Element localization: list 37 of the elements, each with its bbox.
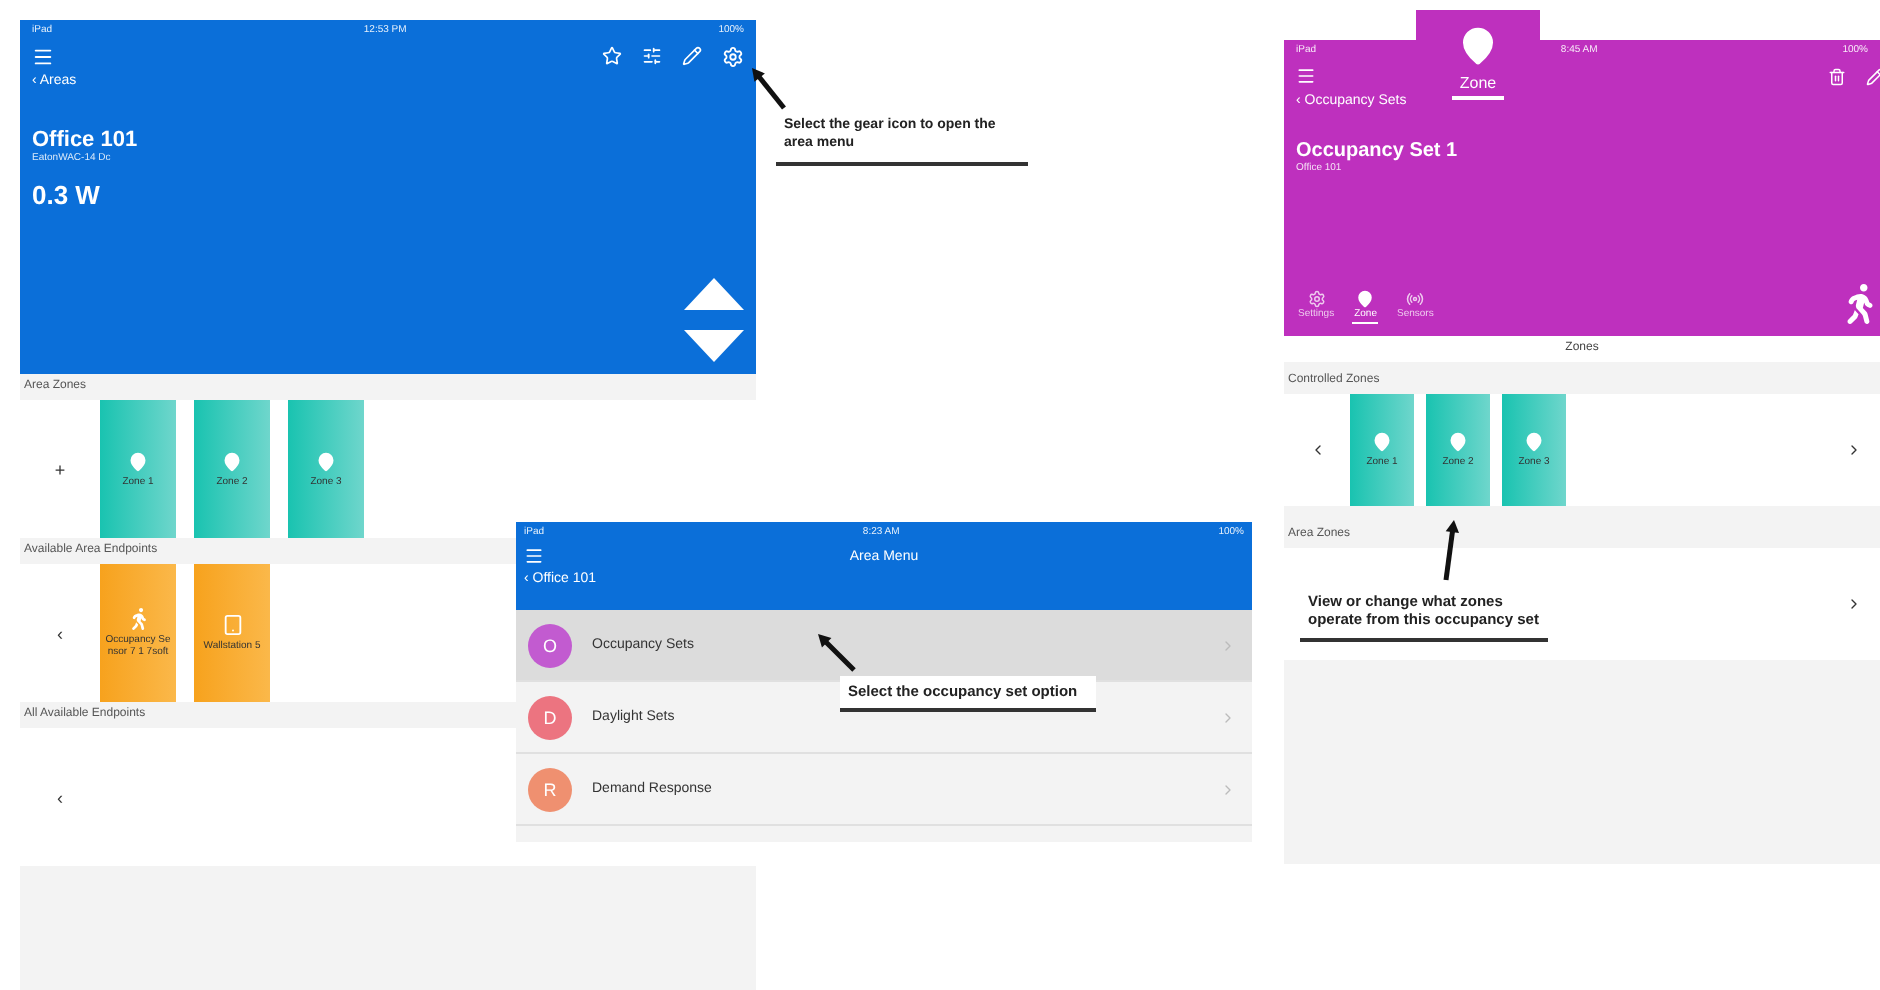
set-title: Occupancy Set 1 [1296,140,1460,162]
sliders-icon[interactable] [642,46,662,66]
pointer-arrow [752,68,786,110]
signal-icon [1406,290,1425,308]
menu-icon[interactable] [1296,66,1316,86]
letter-avatar: R [528,767,572,811]
chevron-icon [1220,781,1236,797]
panel-icon [221,614,243,636]
chevron-icon [1220,637,1236,653]
pointer-arrow [818,634,856,672]
letter-avatar: O [528,623,572,667]
area-title: Office 101 [32,128,138,152]
pin-icon [316,451,336,471]
chevron-right-icon [1846,442,1862,458]
star-icon[interactable] [602,46,622,66]
pencil-icon[interactable] [682,46,702,66]
pin-icon [1372,432,1392,452]
chevron-icon [1220,709,1236,725]
trash-icon[interactable] [1828,67,1846,85]
pin-icon [1458,26,1498,66]
pointer-arrow [1443,520,1460,581]
letter-avatar: D [528,695,572,739]
settings-icon [1307,290,1326,308]
power-reading: 0.3 W [32,180,102,210]
pin-icon [222,451,242,471]
up-arrow-icon[interactable] [684,278,744,310]
settings-icon[interactable] [722,45,744,67]
pin-icon [1448,432,1468,452]
pencil-icon[interactable] [1866,67,1880,85]
down-arrow-icon[interactable] [684,330,744,362]
pin-icon [1524,432,1544,452]
pin-icon [1356,290,1375,308]
chevron-right-icon [1846,596,1862,612]
menu-icon[interactable] [524,546,544,566]
menu-icon[interactable] [32,45,54,67]
pin-icon [128,451,148,471]
walking-person-icon [127,608,149,630]
